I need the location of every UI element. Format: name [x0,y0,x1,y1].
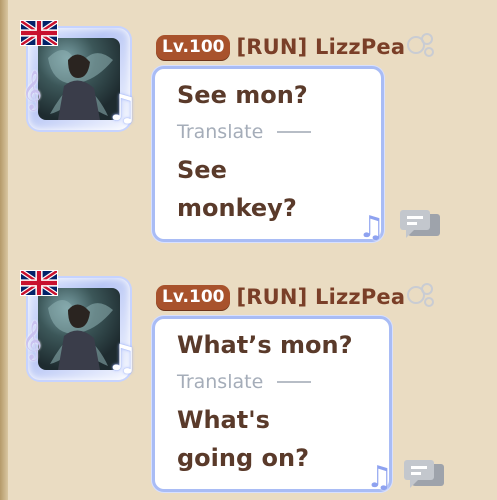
username[interactable]: [RUN] LizzPea [236,35,405,59]
chat-bubble[interactable]: What’s mon? Translate What's going on? ♫ [152,316,393,495]
original-message: What’s mon? [177,331,353,359]
bubbles-icon [407,282,437,312]
translated-line: monkey? [177,194,297,222]
translated-line: See [177,156,227,184]
message-header: Lv.100 [RUN] LizzPea [156,282,437,312]
chat-icon[interactable] [402,458,448,496]
uk-flag-icon [19,269,59,297]
translate-row: Translate [177,371,312,393]
avatar[interactable]: 𝄞 ♫ [19,19,139,138]
treble-clef-icon: 𝄞 [22,320,43,360]
translate-divider [277,131,312,133]
translated-message: What's going on? [177,401,309,477]
level-badge: Lv.100 [156,34,231,60]
chat-icon[interactable] [398,208,444,246]
music-note-icon: ♫ [358,210,385,245]
treble-clef-icon: 𝄞 [22,70,43,110]
music-note-icon: ♫ [106,338,139,379]
chat-bubble[interactable]: See mon? Translate See monkey? ♫ [152,66,385,245]
translated-line: going on? [177,444,310,472]
chat-message: 𝄞 ♫ Lv.100 [RUN] LizzPea What’s mon? Tra… [0,250,497,500]
translated-line: What's [177,406,270,434]
translated-message: See monkey? [177,151,297,227]
original-message: See mon? [177,81,308,109]
chat-message: 𝄞 ♫ Lv.100 [RUN] LizzPea See mon? Transl… [0,0,497,250]
translate-divider [277,381,312,383]
music-note-icon: ♫ [106,88,139,129]
bubbles-icon [407,32,437,62]
translate-button[interactable]: Translate [177,371,263,393]
music-note-icon: ♫ [366,460,393,495]
level-badge: Lv.100 [156,284,231,310]
uk-flag-icon [19,19,59,47]
avatar[interactable]: 𝄞 ♫ [19,269,139,388]
username[interactable]: [RUN] LizzPea [236,285,405,309]
message-header: Lv.100 [RUN] LizzPea [156,32,437,62]
translate-button[interactable]: Translate [177,121,263,143]
translate-row: Translate [177,121,312,143]
